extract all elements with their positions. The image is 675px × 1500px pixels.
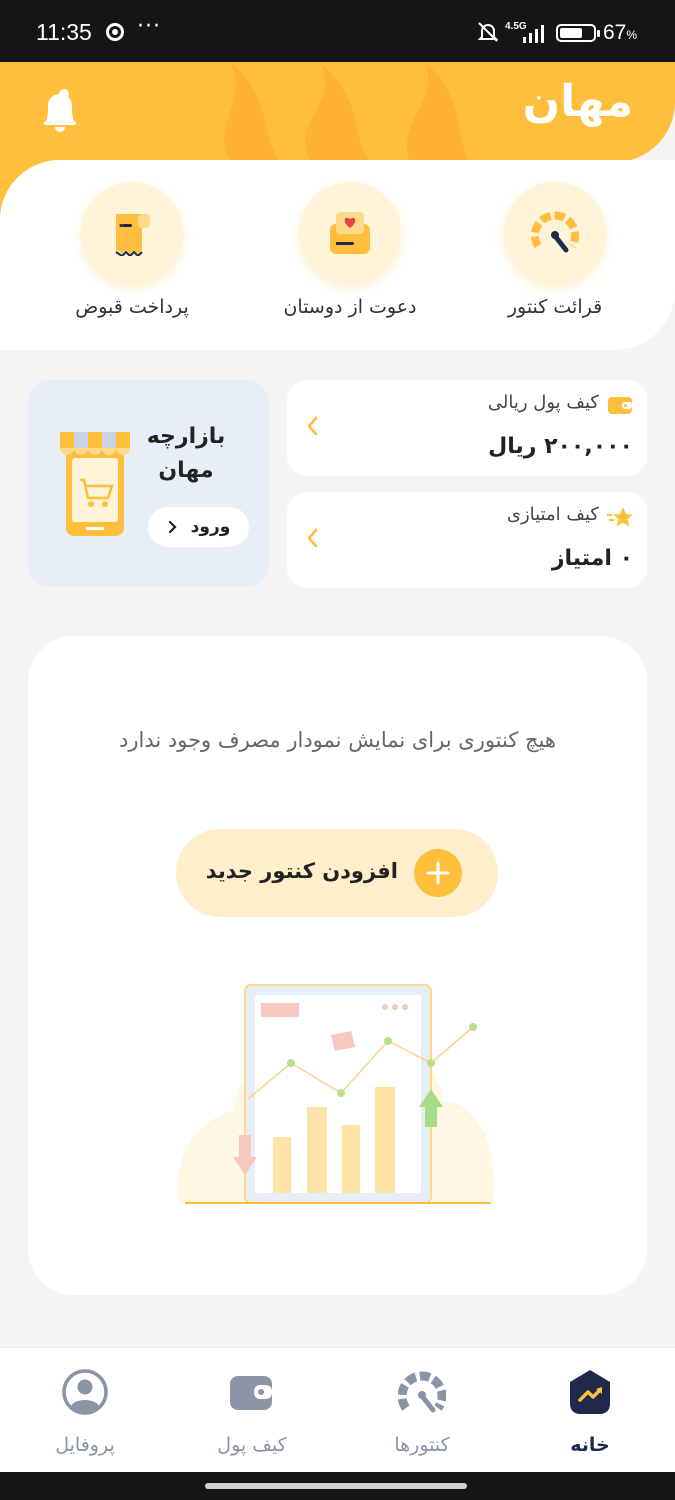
nav-wallet[interactable]: کیف پول [182,1368,322,1456]
points-wallet-title: کیف امتیازی [506,504,599,525]
quick-actions-panel: قرائت کنتور دعوت از دوستان پرداخت قبوض [0,160,675,350]
empty-chart-illustration [177,984,494,1204]
shop-cart-icon [60,432,130,536]
home-chart-icon [570,1370,610,1414]
market-title: بازارچه مهان [146,424,226,484]
system-nav-bar [0,1472,675,1500]
quick-action-label: پرداخت قبوض [75,296,189,318]
flame-decoration-icon [224,62,470,162]
add-meter-label: افزودن کنتور جدید [205,859,398,883]
bill-receipt-icon [81,182,183,284]
quick-action-invite-friends[interactable]: دعوت از دوستان [250,182,450,318]
wallet-icon [230,1376,272,1410]
nav-meters-label: کنتورها [394,1434,450,1456]
chevron-left-icon [307,528,318,548]
consumption-chart-card: هیچ کنتوری برای نمایش نمودار مصرف وجود ن… [28,636,647,1295]
points-wallet-card[interactable]: کیف امتیازی ۰ امتیاز [287,492,647,588]
wallet-icon [608,397,632,414]
battery-icon [556,24,600,42]
empty-chart-message: هیچ کنتوری برای نمایش نمودار مصرف وجود ن… [119,728,556,752]
market-enter-label: ورود [190,517,231,537]
rial-wallet-balance: ۲۰۰,۰۰۰ ریال [488,434,633,459]
chrome-icon [106,23,124,41]
mute-bell-icon [477,22,499,42]
nav-home-label: خانه [570,1434,610,1456]
invite-gift-icon [299,182,401,284]
rial-wallet-title: کیف پول ریالی [487,392,599,413]
quick-action-label: دعوت از دوستان [283,296,417,318]
meter-gauge-icon [397,1371,447,1413]
quick-action-meter-reading[interactable]: قرائت کنتور [455,182,655,318]
market-card[interactable]: بازارچه مهان ورود [28,380,269,587]
points-wallet-balance: ۰ امتیاز [551,546,633,571]
nav-profile[interactable]: پروفایل [15,1368,155,1456]
nav-meters[interactable]: کنتورها [352,1368,492,1456]
signal-icon [523,25,544,43]
nav-home[interactable]: خانه [520,1368,660,1456]
status-dots: ··· [137,14,161,39]
quick-action-pay-bills[interactable]: پرداخت قبوض [32,182,232,318]
nav-wallet-label: کیف پول [217,1434,287,1456]
status-time: 11:35 [36,19,92,45]
plus-icon [414,849,462,897]
rial-wallet-card[interactable]: کیف پول ریالی ۲۰۰,۰۰۰ ریال [287,380,647,476]
profile-user-icon [62,1369,108,1415]
home-indicator[interactable] [205,1483,467,1489]
battery-percent: 67% [603,21,638,44]
market-enter-button[interactable]: ورود [148,507,249,547]
status-bar: 11:35 ··· 4.5G 67% [0,0,675,62]
chevron-left-icon [307,416,318,436]
quick-action-label: قرائت کنتور [507,296,603,318]
star-icon [607,507,633,527]
notification-bell-icon[interactable] [40,86,80,134]
meter-gauge-icon [504,182,606,284]
nav-profile-label: پروفایل [55,1434,115,1456]
chevron-right-icon [168,520,177,534]
bottom-navigation: خانه کنتورها کیف پول پروفایل [0,1347,675,1472]
app-logo: مهان [522,76,633,127]
add-meter-button[interactable]: افزودن کنتور جدید [176,829,498,917]
